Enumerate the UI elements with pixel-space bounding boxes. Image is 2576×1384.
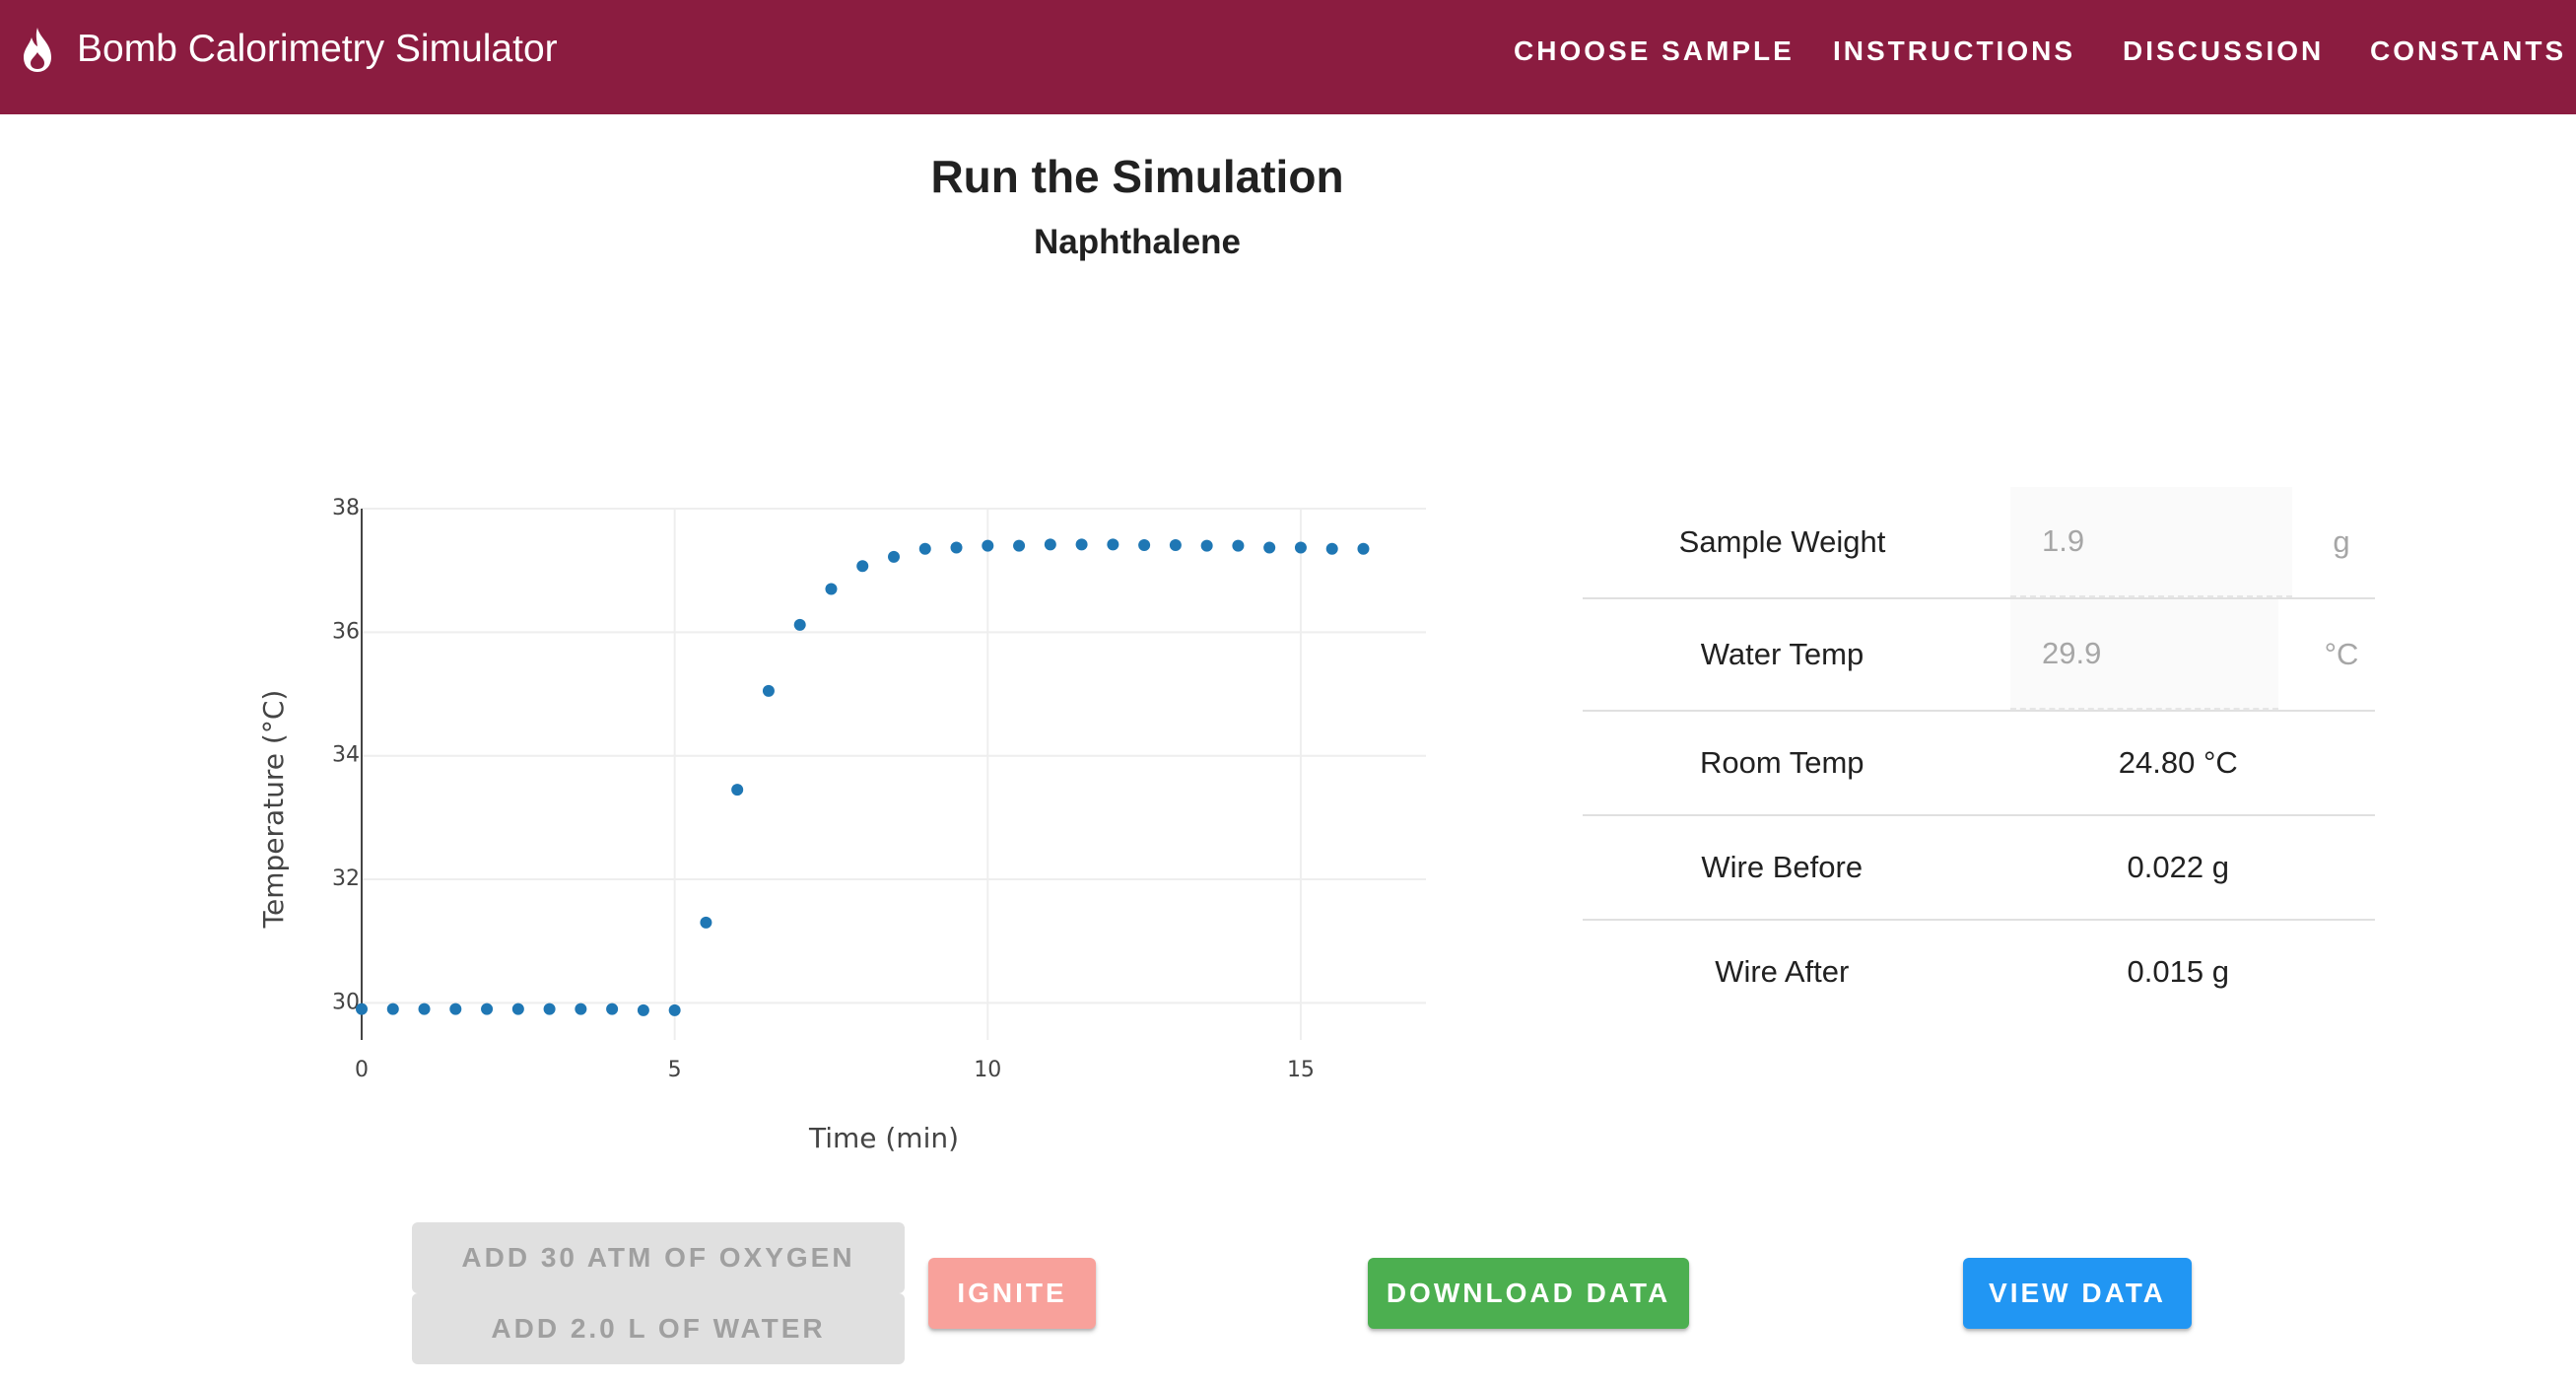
flame-icon	[18, 26, 57, 73]
data-point	[888, 550, 900, 563]
brand[interactable]: Bomb Calorimetry Simulator	[18, 0, 558, 99]
data-point	[1169, 538, 1182, 551]
data-point	[418, 1003, 431, 1015]
x-axis-title: Time (min)	[808, 1122, 959, 1154]
data-point	[1044, 538, 1056, 551]
data-point	[481, 1003, 494, 1015]
data-point	[1013, 539, 1026, 552]
data-point	[637, 1003, 649, 1016]
data-point	[1325, 542, 1338, 555]
data-point	[668, 1003, 681, 1016]
sample-weight-unit: g	[2333, 524, 2350, 559]
sample-weight-label: Sample Weight	[1678, 524, 1886, 559]
data-point	[825, 583, 838, 595]
nav-constants[interactable]: CONSTANTS	[2370, 0, 2566, 103]
data-point	[1075, 538, 1088, 551]
row-wire-after: Wire After 0.015 g	[1583, 921, 2375, 1023]
view-data-button[interactable]: VIEW DATA	[1963, 1258, 2192, 1329]
x-tick-label: 10	[974, 1058, 1001, 1082]
data-point	[982, 539, 994, 552]
wire-before-value: 0.022 g	[2127, 850, 2229, 884]
row-sample-weight: Sample Weight 1.9 g	[1583, 487, 2375, 599]
y-tick-label: 34	[332, 743, 360, 768]
x-tick-label: 5	[668, 1058, 682, 1082]
data-point	[1232, 539, 1245, 552]
data-point	[511, 1003, 524, 1015]
data-point	[1357, 542, 1370, 555]
nav-choose-sample[interactable]: CHOOSE SAMPLE	[1514, 0, 1795, 103]
y-tick-label: 32	[332, 866, 360, 891]
data-point	[1138, 538, 1151, 551]
nav-discussion[interactable]: DISCUSSION	[2123, 0, 2324, 103]
data-point	[856, 560, 869, 573]
data-point	[575, 1003, 587, 1015]
water-temp-input[interactable]: 29.9	[2010, 599, 2278, 710]
y-tick-label: 36	[332, 619, 360, 644]
wire-after-label: Wire After	[1715, 954, 1850, 989]
data-point	[950, 541, 963, 554]
row-wire-before: Wire Before 0.022 g	[1583, 816, 2375, 921]
data-point	[1200, 539, 1213, 552]
data-point	[356, 1003, 368, 1015]
data-point	[1263, 541, 1276, 554]
data-point	[731, 784, 744, 796]
data-point	[1107, 538, 1119, 551]
nav-instructions[interactable]: INSTRUCTIONS	[1833, 0, 2075, 103]
add-oxygen-button[interactable]: ADD 30 ATM OF OXYGEN	[412, 1222, 905, 1293]
data-point	[543, 1003, 556, 1015]
data-point	[449, 1003, 462, 1015]
temperature-chart: 30 32 34 36 38 0 5 10 15 Time (min) Temperature …	[246, 483, 1478, 1173]
data-point	[386, 1003, 399, 1015]
water-temp-label: Water Temp	[1700, 637, 1864, 671]
row-water-temp: Water Temp 29.9 °C	[1583, 599, 2375, 712]
y-tick-label: 30	[332, 990, 360, 1014]
room-temp-label: Room Temp	[1699, 745, 1864, 780]
room-temp-value: 24.80 °C	[2118, 745, 2238, 780]
sample-weight-input[interactable]: 1.9	[2010, 487, 2292, 597]
data-point	[700, 916, 712, 929]
download-data-button[interactable]: DOWNLOAD DATA	[1368, 1258, 1689, 1329]
y-tick-label: 38	[332, 496, 360, 520]
x-tick-label: 0	[355, 1058, 369, 1082]
chart-grid	[362, 508, 1426, 1040]
app-bar: Bomb Calorimetry Simulator CHOOSE SAMPLE…	[0, 0, 2576, 114]
page-title: Run the Simulation	[930, 151, 1344, 202]
wire-after-value: 0.015 g	[2127, 954, 2229, 989]
data-point	[793, 618, 806, 631]
chart-points	[356, 538, 1370, 1016]
data-point	[762, 684, 775, 697]
chart-svg: 30 32 34 36 38 0 5 10 15 Time (min) Temperature …	[257, 496, 1426, 1154]
ignite-button[interactable]: IGNITE	[928, 1258, 1096, 1329]
x-tick-label: 15	[1287, 1058, 1315, 1082]
sample-properties: Sample Weight 1.9 g Water Temp 29.9 °C R…	[1583, 487, 2375, 1023]
row-room-temp: Room Temp 24.80 °C	[1583, 712, 2375, 816]
wire-before-label: Wire Before	[1701, 850, 1864, 884]
app-title: Bomb Calorimetry Simulator	[77, 28, 558, 70]
sample-name: Naphthalene	[1033, 223, 1242, 261]
data-point	[918, 542, 931, 555]
y-axis-title: Temperature (°C)	[257, 690, 290, 930]
water-temp-unit: °C	[2324, 637, 2359, 671]
add-water-button[interactable]: ADD 2.0 L OF WATER	[412, 1293, 905, 1364]
data-point	[1294, 541, 1307, 554]
chart-ticks: 30 32 34 36 38 0 5 10 15	[332, 496, 1315, 1082]
data-point	[606, 1003, 619, 1015]
